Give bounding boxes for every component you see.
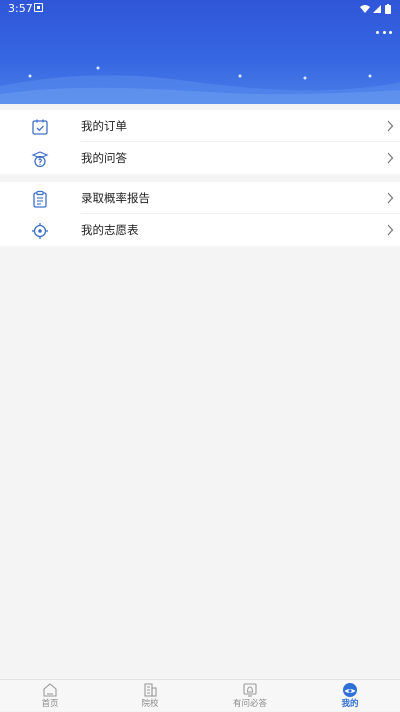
target-icon	[32, 223, 48, 239]
tab-label: 我的	[341, 699, 359, 709]
bottom-tab-bar: 首页 院校 有问必答 我的	[0, 679, 400, 711]
dot-icon	[376, 30, 379, 34]
tab-label: 院校	[141, 699, 159, 709]
chevron-right-icon	[387, 224, 394, 236]
tab-home[interactable]: 首页	[0, 680, 100, 712]
menu-group-reports: 录取概率报告 我的志愿表	[0, 182, 400, 246]
tab-qa[interactable]: 有问必答	[200, 680, 300, 712]
profile-icon	[343, 683, 357, 697]
notification-icon	[34, 3, 43, 12]
menu-item-label: 我的志愿表	[81, 223, 139, 237]
status-icons	[360, 4, 391, 14]
profile-header: 3:57	[0, 0, 400, 104]
menu-item-questions[interactable]: 我的问答	[0, 142, 400, 174]
tab-label: 有问必答	[232, 699, 267, 709]
dot-icon	[382, 30, 386, 34]
menu-group-orders: 我的订单 我的问答	[0, 110, 400, 174]
menu-item-label: 录取概率报告	[81, 191, 150, 205]
menu-item-orders[interactable]: 我的订单	[0, 110, 400, 142]
chevron-right-icon	[387, 120, 394, 132]
chevron-right-icon	[387, 192, 394, 204]
header-wave-decoration	[0, 66, 400, 104]
status-time: 3:57	[8, 2, 33, 15]
home-icon	[43, 683, 57, 697]
menu-item-admission-report[interactable]: 录取概率报告	[0, 182, 400, 214]
tab-label: 首页	[41, 699, 59, 709]
menu-item-label: 我的问答	[81, 151, 127, 165]
dot-icon	[389, 30, 392, 34]
status-bar: 3:57	[0, 0, 400, 18]
wifi-icon	[360, 5, 370, 13]
calendar-check-icon	[32, 119, 48, 135]
chevron-right-icon	[387, 152, 394, 164]
tab-schools[interactable]: 院校	[100, 680, 200, 712]
tab-mine[interactable]: 我的	[300, 680, 400, 712]
menu-item-label: 我的订单	[81, 119, 127, 133]
battery-icon	[385, 5, 391, 14]
qa-bell-icon	[243, 683, 257, 697]
signal-icon	[373, 5, 381, 13]
building-icon	[144, 683, 157, 697]
clipboard-icon	[33, 190, 47, 208]
more-options-button[interactable]	[376, 28, 392, 36]
question-bubble-icon	[31, 151, 49, 168]
menu-item-wishlist[interactable]: 我的志愿表	[0, 214, 400, 246]
